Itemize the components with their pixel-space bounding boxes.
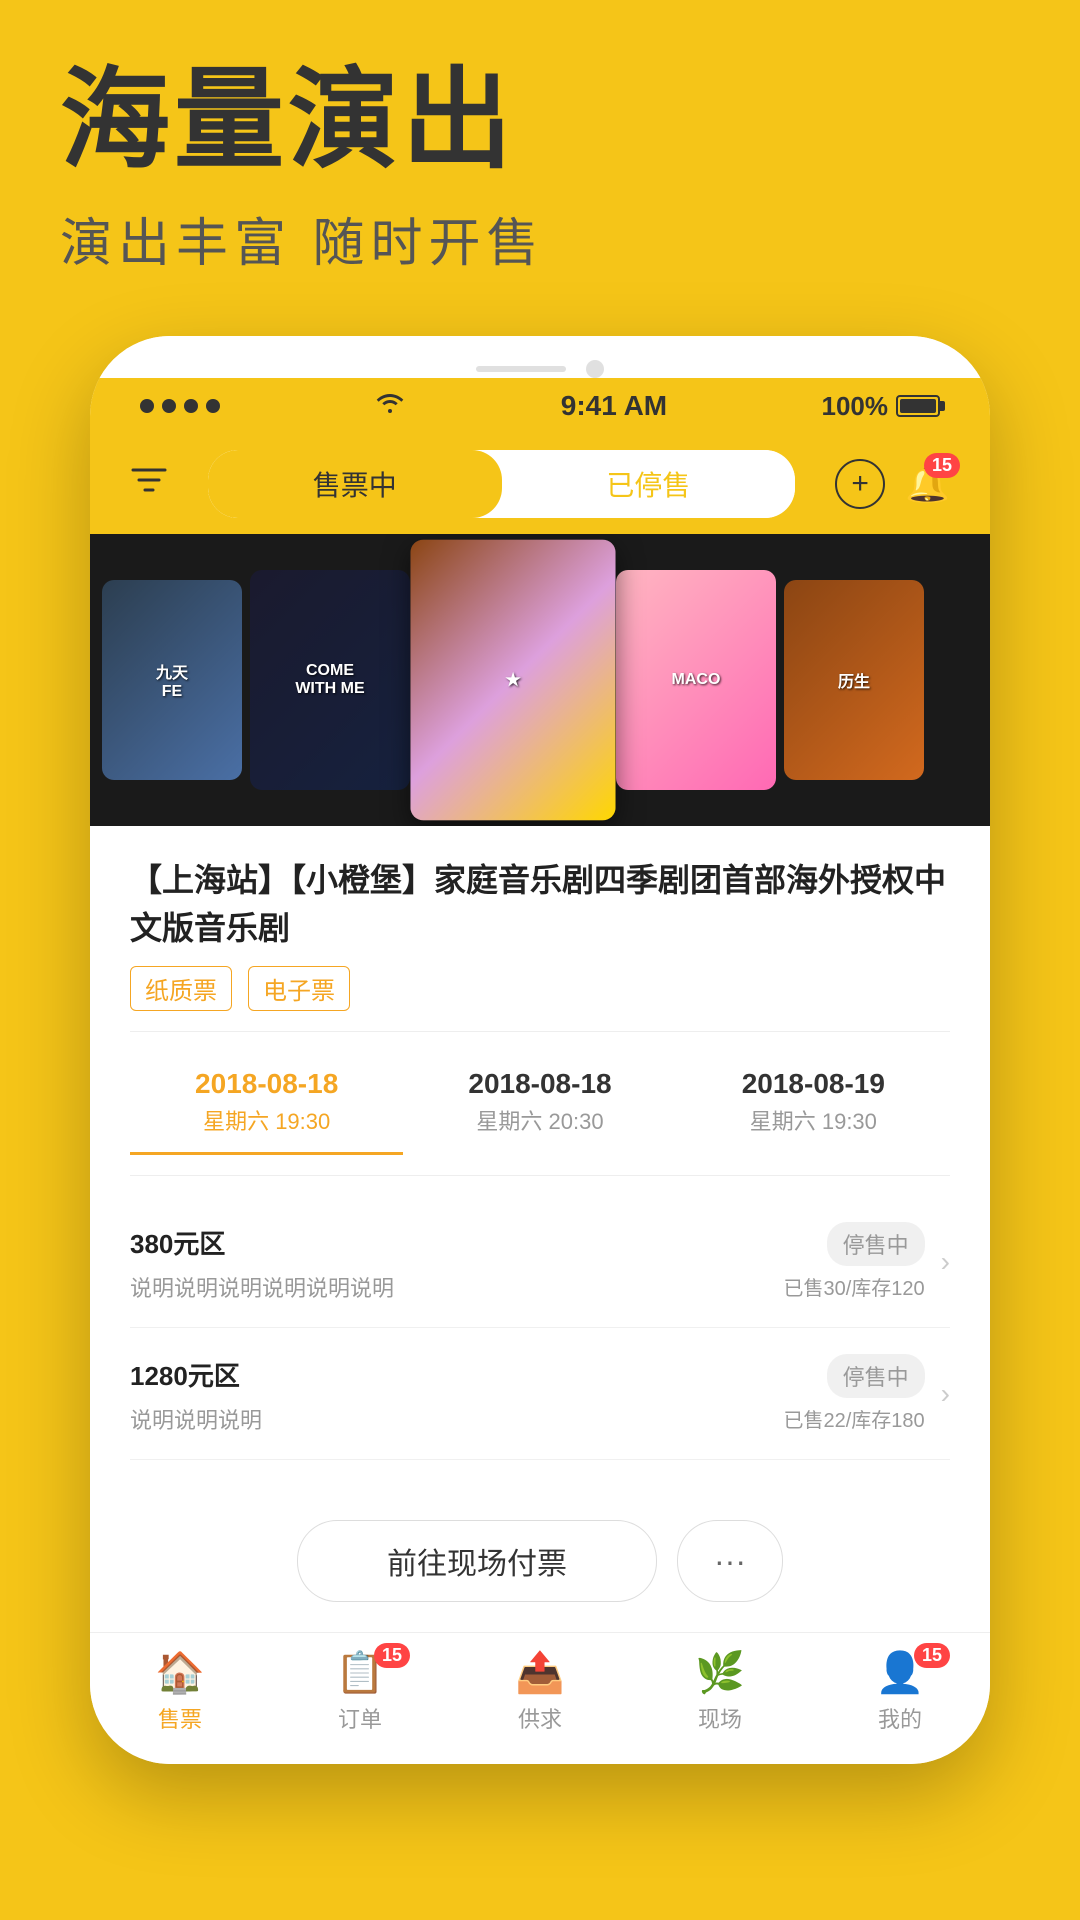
ticket-stock-2: 已售22/库存180	[784, 1404, 925, 1433]
signal-dots	[140, 399, 220, 413]
orders-badge: 15	[374, 1643, 410, 1668]
sell-icon: 🏠	[155, 1649, 205, 1696]
divider-2	[130, 1175, 950, 1176]
nav-item-orders[interactable]: 15 📋 订单	[310, 1649, 410, 1734]
status-time: 9:41 AM	[561, 390, 667, 422]
notification-button[interactable]: 🔔 15	[905, 463, 950, 505]
front-camera	[586, 360, 604, 378]
date-item-2[interactable]: 2018-08-18 星期六 20:30	[403, 1052, 676, 1155]
date-main-2: 2018-08-18	[411, 1068, 668, 1100]
ticket-row-1[interactable]: 380元区 说明说明说明说明说明说明 停售中 已售30/库存120 ›	[130, 1196, 950, 1328]
ticket-info-2: 1280元区 说明说明说明	[130, 1352, 784, 1435]
notification-badge: 15	[924, 453, 960, 478]
live-label: 现场	[698, 1702, 742, 1734]
tab-stopped[interactable]: 已停售	[502, 450, 796, 518]
divider-1	[130, 1031, 950, 1032]
orders-label: 订单	[338, 1702, 382, 1734]
ticket-status-2: 停售中 已售22/库存180	[784, 1354, 925, 1433]
supply-label: 供求	[518, 1702, 562, 1734]
tab-group: 售票中 已停售	[208, 450, 795, 518]
mine-label: 我的	[878, 1702, 922, 1734]
carousel-item-4[interactable]: MACO	[616, 570, 776, 790]
phone-body: 9:41 AM 100% 售票中 已停售 + �	[90, 336, 990, 1764]
mine-badge: 15	[914, 1643, 950, 1668]
ticket-row-2[interactable]: 1280元区 说明说明说明 停售中 已售22/库存180 ›	[130, 1328, 950, 1460]
nav-item-mine[interactable]: 15 👤 我的	[850, 1649, 950, 1734]
app-header: 售票中 已停售 + 🔔 15	[90, 434, 990, 534]
ticket-status-1: 停售中 已售30/库存120	[784, 1222, 925, 1301]
carousel-item-1[interactable]: 九天FE	[102, 580, 242, 780]
show-carousel: 九天FE COMEWITH ME ★ MACO 历生	[90, 534, 990, 826]
tag-electronic: 电子票	[248, 966, 350, 1011]
hero-subtitle: 演出丰富 随时开售	[60, 201, 1020, 276]
tab-on-sale[interactable]: 售票中	[208, 450, 502, 518]
status-battery: 100%	[822, 391, 941, 422]
status-bar: 9:41 AM 100%	[90, 378, 990, 434]
wifi-icon	[374, 391, 406, 422]
goto-venue-button[interactable]: 前往现场付票	[297, 1520, 657, 1602]
ticket-stock-1: 已售30/库存120	[784, 1272, 925, 1301]
bottom-nav: 🏠 售票 15 📋 订单 📤 供求 🌿 现场 15 👤 我的	[90, 1632, 990, 1764]
supply-icon: 📤	[515, 1649, 565, 1696]
date-item-1[interactable]: 2018-08-18 星期六 19:30	[130, 1052, 403, 1155]
header-actions: + 🔔 15	[835, 459, 950, 509]
phone-notch	[90, 336, 990, 378]
ticket-price-2: 1280元区	[130, 1352, 784, 1395]
hero-section: 海量演出 演出丰富 随时开售	[0, 0, 1080, 276]
speaker	[476, 366, 566, 372]
nav-item-sell[interactable]: 🏠 售票	[130, 1649, 230, 1734]
more-button[interactable]: ···	[677, 1520, 783, 1602]
tag-paper: 纸质票	[130, 966, 232, 1011]
ticket-desc-1: 说明说明说明说明说明说明	[130, 1271, 784, 1303]
date-main-3: 2018-08-19	[685, 1068, 942, 1100]
bottom-actions: 前往现场付票 ···	[90, 1490, 990, 1632]
ticket-info-1: 380元区 说明说明说明说明说明说明	[130, 1220, 784, 1303]
nav-item-live[interactable]: 🌿 现场	[670, 1649, 770, 1734]
content-area: 【上海站】【小橙堡】家庭音乐剧四季剧团首部海外授权中文版音乐剧 纸质票 电子票 …	[90, 826, 990, 1490]
add-button[interactable]: +	[835, 459, 885, 509]
ticket-desc-2: 说明说明说明	[130, 1403, 784, 1435]
notch-row	[150, 360, 930, 378]
filter-icon[interactable]	[130, 463, 168, 505]
date-sub-3: 星期六 19:30	[685, 1104, 942, 1136]
phone-mockup: 9:41 AM 100% 售票中 已停售 + �	[0, 336, 1080, 1764]
carousel-item-3[interactable]: ★	[410, 540, 615, 821]
ticket-tags: 纸质票 电子票	[130, 966, 950, 1011]
chevron-icon-2: ›	[941, 1378, 950, 1410]
chevron-icon-1: ›	[941, 1246, 950, 1278]
ticket-price-1: 380元区	[130, 1220, 784, 1263]
live-icon: 🌿	[695, 1649, 745, 1696]
date-sub-1: 星期六 19:30	[138, 1104, 395, 1136]
bottom-pad	[0, 1764, 1080, 1824]
date-main-1: 2018-08-18	[138, 1068, 395, 1100]
date-item-3[interactable]: 2018-08-19 星期六 19:30	[677, 1052, 950, 1155]
carousel-item-5[interactable]: 历生	[784, 580, 924, 780]
event-title: 【上海站】【小橙堡】家庭音乐剧四季剧团首部海外授权中文版音乐剧	[130, 856, 950, 952]
battery-icon	[896, 395, 940, 417]
status-badge-2: 停售中	[827, 1354, 925, 1398]
status-badge-1: 停售中	[827, 1222, 925, 1266]
date-selector: 2018-08-18 星期六 19:30 2018-08-18 星期六 20:3…	[130, 1052, 950, 1155]
sell-label: 售票	[158, 1702, 202, 1734]
date-sub-2: 星期六 20:30	[411, 1104, 668, 1136]
hero-title: 海量演出	[60, 60, 1020, 181]
nav-item-supply[interactable]: 📤 供求	[490, 1649, 590, 1734]
carousel-item-2[interactable]: COMEWITH ME	[250, 570, 410, 790]
